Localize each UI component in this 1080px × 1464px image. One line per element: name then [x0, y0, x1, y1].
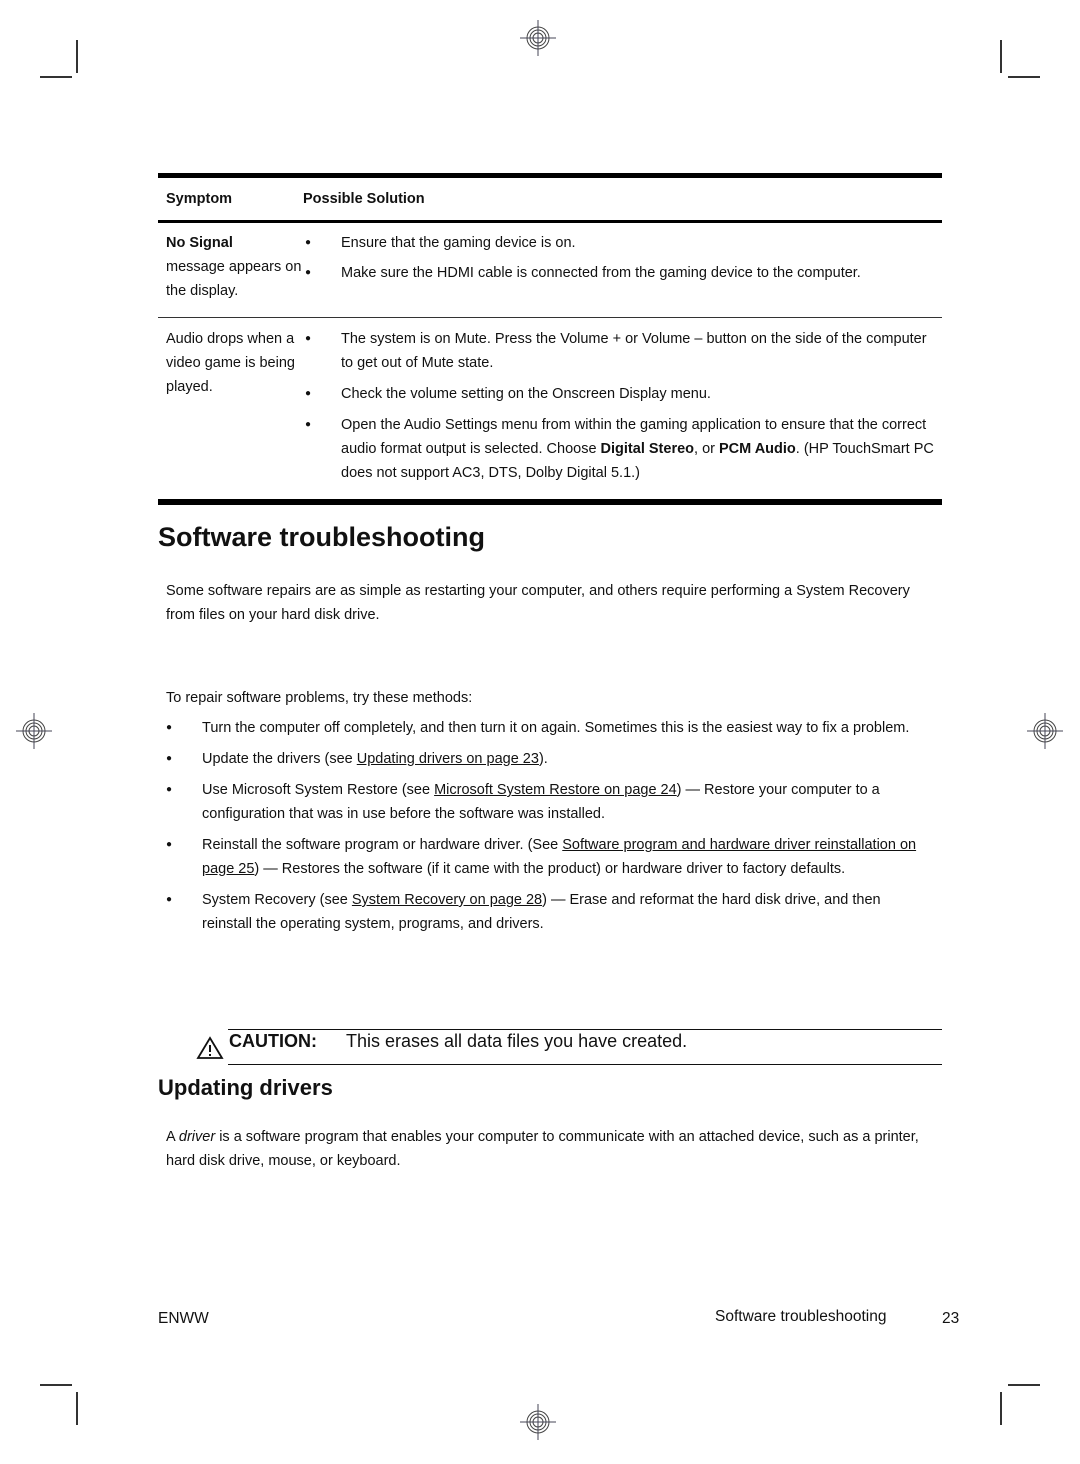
- intro-paragraph: Some software repairs are as simple as r…: [166, 583, 910, 623]
- list-item: ● Update the drivers (see Updating drive…: [166, 747, 926, 771]
- footer-section-name: Software troubleshooting: [715, 1308, 887, 1325]
- methods-lead: To repair software problems, try these m…: [166, 690, 473, 706]
- symptom-cell: No Signal message appears on the display…: [158, 231, 303, 303]
- methods-list: ● Turn the computer off completely, and …: [166, 716, 926, 943]
- solution-item: ● Open the Audio Settings menu from with…: [303, 413, 942, 485]
- option-digital-stereo: Digital Stereo: [600, 441, 695, 457]
- solution-text: Open the Audio Settings menu from within…: [341, 413, 942, 485]
- solution-item: ● Make sure the HDMI cable is connected …: [303, 261, 942, 285]
- column-header-solution: Possible Solution: [303, 191, 425, 207]
- crop-mark: [1000, 40, 1002, 73]
- solution-cell: ● Ensure that the gaming device is on. ●…: [303, 231, 942, 303]
- registration-target-icon: [520, 20, 556, 56]
- method-text-pre: System Recovery (see: [202, 892, 352, 908]
- crop-mark: [1008, 1384, 1040, 1386]
- caution-label: CAUTION:: [229, 1031, 317, 1051]
- solution-item: ● The system is on Mute. Press the Volum…: [303, 327, 942, 375]
- link-system-recovery[interactable]: System Recovery on page 28: [352, 892, 542, 908]
- registration-target-icon: [1027, 713, 1063, 749]
- method-text-pre: Use Microsoft System Restore (see: [202, 782, 435, 798]
- method-text: Use Microsoft System Restore (see Micros…: [202, 778, 926, 826]
- crop-mark: [40, 76, 72, 78]
- section-title-updating-drivers: Updating drivers: [158, 1075, 333, 1100]
- method-text-pre: Reinstall the software program or hardwa…: [202, 837, 563, 853]
- bullet-icon: ●: [305, 388, 312, 399]
- caution-top-rule: [228, 1029, 942, 1030]
- method-text: Update the drivers (see Updating drivers…: [202, 747, 548, 771]
- option-pcm-audio: PCM Audio: [719, 441, 796, 457]
- method-text: Turn the computer off completely, and th…: [202, 720, 910, 736]
- table-header-row: Symptom Possible Solution: [158, 178, 942, 220]
- bullet-icon: ●: [166, 894, 173, 905]
- para-text: A: [166, 1129, 179, 1145]
- bullet-icon: ●: [305, 267, 312, 278]
- para-text: is a software program that enables your …: [166, 1129, 919, 1169]
- bullet-icon: ●: [166, 839, 173, 850]
- table-row: Audio drops when a video game is being p…: [158, 318, 942, 499]
- troubleshooting-table: Symptom Possible Solution No Signal mess…: [158, 173, 942, 505]
- crop-mark: [1008, 76, 1040, 78]
- registration-target-icon: [520, 1404, 556, 1440]
- symptom-bold: No Signal: [166, 235, 233, 251]
- crop-mark: [76, 40, 78, 73]
- list-item: ● Use Microsoft System Restore (see Micr…: [166, 778, 926, 826]
- caution-message: This erases all data files you have crea…: [346, 1031, 688, 1051]
- crop-mark: [76, 1392, 78, 1425]
- table-bottom-rule: [158, 499, 942, 505]
- column-header-symptom: Symptom: [166, 191, 233, 207]
- driver-definition-paragraph: A driver is a software program that enab…: [166, 1125, 926, 1173]
- footer-page-number: 23: [942, 1310, 960, 1327]
- bullet-icon: ●: [305, 333, 312, 344]
- crop-mark: [40, 1384, 72, 1386]
- solution-text-part: , or: [694, 441, 719, 457]
- bullet-icon: ●: [166, 753, 173, 764]
- solution-text: Make sure the HDMI cable is connected fr…: [341, 265, 861, 281]
- solution-text: The system is on Mute. Press the Volume …: [341, 331, 927, 371]
- symptom-text: message appears on the display.: [166, 259, 302, 299]
- crop-mark: [1000, 1392, 1002, 1425]
- section-title-software-troubleshooting: Software troubleshooting: [158, 522, 485, 552]
- list-item: ● Reinstall the software program or hard…: [166, 833, 926, 881]
- method-text-post: ).: [538, 751, 548, 767]
- term-driver: driver: [178, 1129, 216, 1145]
- method-text-post: ) — Restores the software (if it came wi…: [254, 861, 846, 877]
- solution-text: Check the volume setting on the Onscreen…: [341, 386, 711, 402]
- method-text-pre: Update the drivers (see: [202, 751, 357, 767]
- warning-triangle-icon: [196, 1036, 224, 1059]
- table-row: No Signal message appears on the display…: [158, 223, 942, 317]
- link-updating-drivers[interactable]: Updating drivers on page 23: [357, 751, 539, 767]
- list-item: ● System Recovery (see System Recovery o…: [166, 888, 926, 936]
- bullet-icon: ●: [305, 419, 312, 430]
- solution-item: ● Ensure that the gaming device is on.: [303, 231, 942, 255]
- method-text: System Recovery (see System Recovery on …: [202, 888, 926, 936]
- bullet-icon: ●: [166, 722, 173, 733]
- solution-item: ● Check the volume setting on the Onscre…: [303, 382, 942, 406]
- solution-text: Ensure that the gaming device is on.: [341, 235, 576, 251]
- symptom-cell: Audio drops when a video game is being p…: [166, 331, 295, 395]
- caution-bottom-rule: [228, 1064, 942, 1065]
- registration-target-icon: [16, 713, 52, 749]
- method-text: Reinstall the software program or hardwa…: [202, 833, 926, 881]
- footer-locale: ENWW: [158, 1310, 209, 1327]
- caution-note: CAUTION: This erases all data files you …: [196, 1029, 942, 1065]
- bullet-icon: ●: [305, 237, 312, 248]
- list-item: ● Turn the computer off completely, and …: [166, 716, 926, 740]
- bullet-icon: ●: [166, 784, 173, 795]
- link-microsoft-system-restore[interactable]: Microsoft System Restore on page 24: [434, 782, 677, 798]
- solution-cell: ● The system is on Mute. Press the Volum…: [303, 327, 942, 485]
